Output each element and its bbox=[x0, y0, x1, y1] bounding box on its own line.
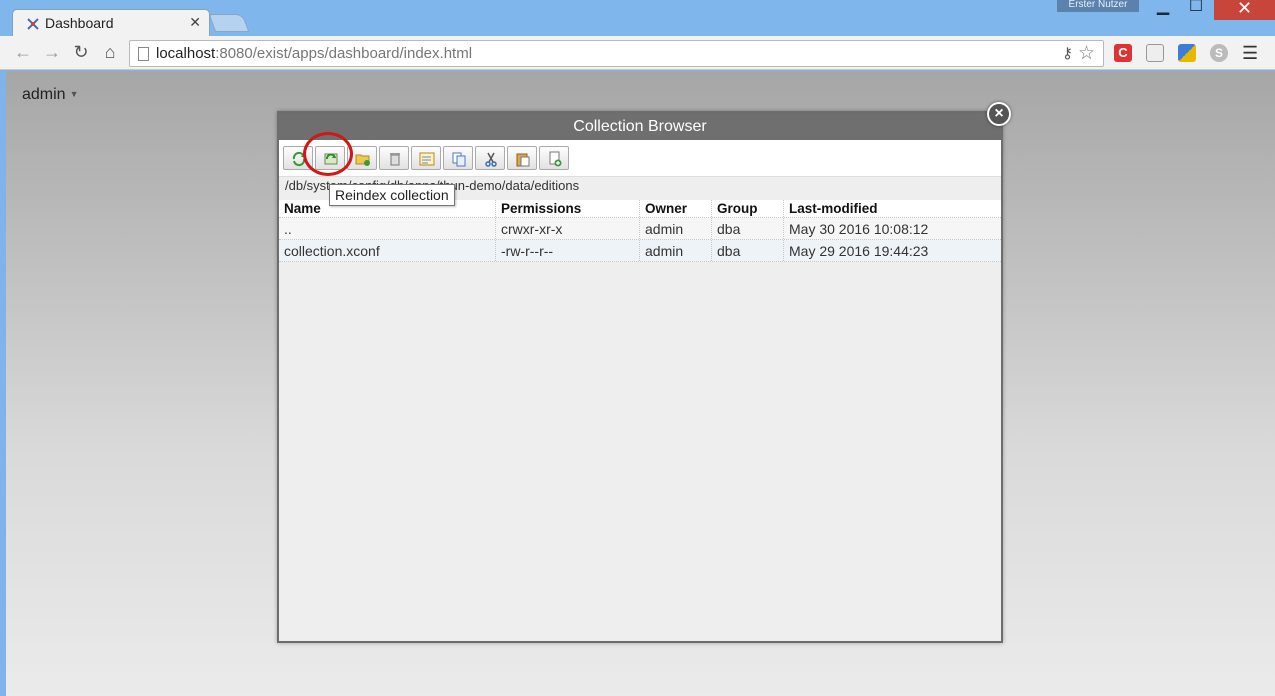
reload-icon[interactable]: ↻ bbox=[70, 42, 92, 63]
user-menu[interactable]: admin ▼ bbox=[22, 86, 79, 104]
reindex-tooltip: Reindex collection bbox=[329, 184, 455, 206]
column-header-group[interactable]: Group bbox=[712, 200, 784, 217]
table-row[interactable]: .. crwxr-xr-x admin dba May 30 2016 10:0… bbox=[279, 218, 1001, 240]
delete-button[interactable] bbox=[379, 146, 409, 170]
address-bar[interactable]: localhost:8080/exist/apps/dashboard/inde… bbox=[129, 40, 1104, 67]
extension-cube-icon[interactable] bbox=[1178, 44, 1196, 62]
cut-icon bbox=[485, 152, 497, 167]
column-header-owner[interactable]: Owner bbox=[640, 200, 712, 217]
exist-favicon-icon bbox=[27, 18, 39, 30]
cell-last-modified: May 29 2016 19:44:23 bbox=[789, 243, 929, 259]
user-menu-label: admin bbox=[22, 86, 66, 103]
upload-button[interactable] bbox=[539, 146, 569, 170]
tab-dashboard[interactable]: Dashboard ✕ bbox=[12, 9, 210, 37]
upload-icon bbox=[549, 151, 562, 167]
window-titlebar: Dashboard ✕ Erster Nutzer ▁ ☐ ✕ bbox=[0, 0, 1275, 37]
url-text: localhost:8080/exist/apps/dashboard/inde… bbox=[156, 45, 473, 62]
cell-group: dba bbox=[712, 240, 784, 261]
properties-icon bbox=[419, 152, 435, 166]
extension-document-icon[interactable] bbox=[1146, 44, 1164, 62]
page-icon bbox=[138, 47, 149, 61]
delete-icon bbox=[390, 153, 400, 166]
cell-owner: admin bbox=[640, 240, 712, 261]
dialog-toolbar bbox=[279, 140, 1001, 176]
new-tab-button[interactable] bbox=[208, 14, 250, 32]
skype-icon[interactable]: S bbox=[1210, 44, 1228, 62]
paste-button[interactable] bbox=[507, 146, 537, 170]
properties-button[interactable] bbox=[411, 146, 441, 170]
cell-permissions: crwxr-xr-x bbox=[496, 218, 640, 239]
extension-c-icon[interactable]: C bbox=[1114, 44, 1132, 62]
tab-title: Dashboard bbox=[45, 15, 114, 31]
new-collection-icon bbox=[355, 154, 370, 166]
browser-toolbar: ← → ↻ ⌂ localhost:8080/exist/apps/dashbo… bbox=[0, 36, 1275, 70]
cell-group: dba bbox=[712, 218, 784, 239]
cell-name: collection.xconf bbox=[279, 240, 496, 261]
dialog-title: Collection Browser bbox=[279, 113, 1001, 140]
minimize-icon[interactable]: ▁ bbox=[1148, 0, 1178, 20]
cell-permissions: -rw-r--r-- bbox=[496, 240, 640, 261]
forward-arrow-icon[interactable]: → bbox=[41, 42, 63, 63]
reindex-icon bbox=[324, 153, 338, 165]
chrome-menu-icon[interactable]: ☰ bbox=[1242, 43, 1258, 64]
refresh-button[interactable] bbox=[283, 146, 313, 170]
back-arrow-icon[interactable]: ← bbox=[12, 42, 34, 63]
tab-close-icon[interactable]: ✕ bbox=[189, 14, 201, 31]
caret-down-icon: ▼ bbox=[69, 89, 79, 99]
copy-button[interactable] bbox=[443, 146, 473, 170]
cut-button[interactable] bbox=[475, 146, 505, 170]
table-row[interactable]: collection.xconf -rw-r--r-- admin dba Ma… bbox=[279, 240, 1001, 262]
column-header-last-modified[interactable]: Last-modified bbox=[784, 200, 1001, 217]
cell-owner: admin bbox=[640, 218, 712, 239]
refresh-icon bbox=[292, 151, 306, 167]
profile-badge[interactable]: Erster Nutzer bbox=[1057, 0, 1139, 12]
new-collection-button[interactable] bbox=[347, 146, 377, 170]
bookmark-star-icon[interactable]: ☆ bbox=[1078, 42, 1095, 65]
key-icon[interactable]: ⚷ bbox=[1062, 44, 1073, 62]
collection-table: Name Permissions Owner Group Last-modifi… bbox=[279, 200, 1001, 262]
paste-icon bbox=[516, 153, 530, 167]
copy-icon bbox=[452, 152, 466, 167]
cell-last-modified: May 30 2016 10:08:12 bbox=[789, 221, 929, 237]
maximize-icon[interactable]: ☐ bbox=[1181, 0, 1211, 20]
reindex-button[interactable] bbox=[315, 146, 345, 170]
home-icon[interactable]: ⌂ bbox=[99, 42, 121, 63]
cell-name: .. bbox=[279, 218, 496, 239]
dialog-close-icon[interactable]: × bbox=[987, 102, 1011, 126]
column-header-permissions[interactable]: Permissions bbox=[496, 200, 640, 217]
window-close-icon[interactable]: ✕ bbox=[1214, 0, 1275, 20]
